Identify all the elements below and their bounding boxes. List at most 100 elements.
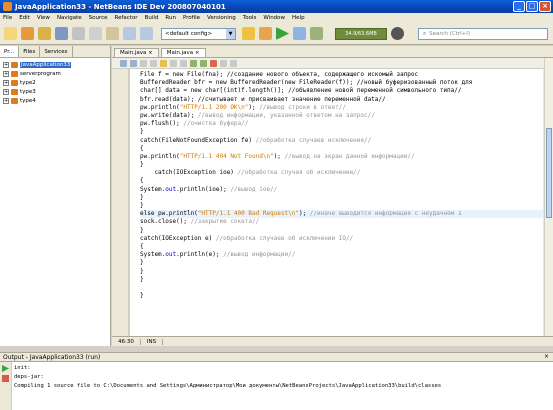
new-project-icon[interactable] [21, 27, 34, 40]
undo-icon[interactable] [123, 27, 136, 40]
copy-icon[interactable] [89, 27, 102, 40]
menu-bar: File Edit View Navigate Source Refactor … [0, 13, 553, 23]
menu-edit[interactable]: Edit [19, 15, 30, 21]
tree-item-serverprogram[interactable]: + serverprogram [0, 69, 110, 78]
close-button[interactable]: × [539, 1, 551, 12]
new-file-icon[interactable] [4, 27, 17, 40]
code-line[interactable]: { [140, 145, 543, 153]
previous-bookmark-icon[interactable] [170, 59, 177, 67]
code-line[interactable]: catch(IOException e) //обработка случаев… [140, 235, 543, 243]
menu-build[interactable]: Build [145, 15, 159, 21]
code-line[interactable]: catch(IOException ioe) //обработка случа… [140, 169, 543, 177]
maximize-button[interactable]: □ [526, 1, 538, 12]
code-line[interactable]: bfr.read(data); //считывает и присваивае… [140, 96, 543, 104]
redo-icon[interactable] [140, 27, 153, 40]
code-line[interactable]: pw.println("HTTP/1.1 200 OK\n"); //вывод… [140, 104, 543, 112]
code-line[interactable]: pw.println("HTTP/1.1 404 Not Found\n"); … [140, 153, 543, 161]
stop-macro-icon[interactable] [210, 59, 217, 67]
menu-profile[interactable]: Profile [183, 15, 200, 21]
menu-run[interactable]: Run [165, 15, 176, 21]
back-icon[interactable] [120, 59, 127, 67]
code-line[interactable]: else pw.println("HTTP/1.1 400 Bad Reques… [140, 210, 543, 219]
code-line[interactable]: } [140, 292, 543, 300]
code-line[interactable]: pw.flush(); //очистка буфера// [140, 120, 543, 128]
menu-window[interactable]: Window [263, 15, 285, 21]
menu-file[interactable]: File [3, 15, 12, 21]
code-line[interactable]: { [140, 243, 543, 251]
tree-item-type4[interactable]: + type4 [0, 96, 110, 105]
scrollbar-thumb[interactable] [546, 128, 552, 218]
tab-main-java-1[interactable]: Main.java × [114, 48, 159, 57]
debug-icon[interactable] [293, 27, 306, 40]
tab-projects[interactable]: Pr... [0, 46, 20, 57]
shift-left-icon[interactable] [190, 59, 197, 67]
search-input[interactable]: ⌕ Search (Ctrl+I) [418, 28, 548, 40]
tab-files[interactable]: Files [19, 46, 41, 57]
code-line[interactable]: System.out.println(e); //вывод информаци… [140, 251, 543, 259]
tree-item-javaapplication33[interactable]: + JavaApplication33 [0, 60, 110, 69]
code-line[interactable]: sock.close(); //закрытие сокета// [140, 218, 543, 226]
code-line[interactable]: } [140, 268, 543, 276]
save-all-icon[interactable] [55, 27, 68, 40]
code-line[interactable]: } [140, 276, 543, 284]
toggle-highlight-icon[interactable] [160, 59, 167, 67]
expand-icon[interactable]: + [3, 97, 9, 104]
menu-tools[interactable]: Tools [243, 15, 257, 21]
menu-view[interactable]: View [37, 15, 50, 21]
expand-icon[interactable]: + [3, 79, 9, 86]
code-line[interactable]: } [140, 202, 543, 210]
code-line[interactable] [140, 300, 543, 308]
comment-icon[interactable] [220, 59, 227, 67]
forward-icon[interactable] [130, 59, 137, 67]
expand-icon[interactable]: + [3, 88, 9, 95]
build-icon[interactable] [242, 27, 255, 40]
find-next-icon[interactable] [150, 59, 157, 67]
code-line[interactable]: catch(FileNotFoundException fe) //обрабо… [140, 137, 543, 145]
uncomment-icon[interactable] [230, 59, 237, 67]
close-icon[interactable]: × [544, 353, 549, 360]
expand-icon[interactable]: + [3, 61, 9, 68]
rerun-icon[interactable] [2, 365, 9, 372]
code-line[interactable]: pw.write(data); //вывод информации, указ… [140, 112, 543, 120]
code-editor[interactable]: File f = new File(fna); //создание новог… [130, 69, 543, 336]
code-line[interactable]: { [140, 177, 543, 185]
code-line[interactable]: char[] data = new char[(int)f.length()];… [140, 87, 543, 95]
gc-icon[interactable] [391, 27, 404, 40]
run-icon[interactable] [276, 27, 289, 40]
editor-scrollbar[interactable] [544, 58, 553, 336]
open-project-icon[interactable] [38, 27, 51, 40]
tab-main-java-2[interactable]: Main.java × [160, 48, 206, 57]
expand-icon[interactable]: + [3, 70, 9, 77]
menu-help[interactable]: Help [292, 15, 305, 21]
title-bar[interactable]: JavaApplication33 - NetBeans IDE Dev 200… [0, 0, 553, 13]
profile-icon[interactable] [310, 27, 323, 40]
line-gutter[interactable] [112, 69, 129, 336]
cut-icon[interactable] [72, 27, 85, 40]
menu-navigate[interactable]: Navigate [57, 15, 82, 21]
clean-build-icon[interactable] [259, 27, 272, 40]
output-panel-header: Output - JavaApplication33 (run) × [0, 352, 553, 362]
code-line[interactable]: File f = new File(fna); //создание новог… [140, 71, 543, 79]
code-line[interactable]: } [140, 259, 543, 267]
code-line[interactable]: System.out.println(ioe); //вывод ioe// [140, 186, 543, 194]
tree-item-type2[interactable]: + type2 [0, 78, 110, 87]
next-bookmark-icon[interactable] [180, 59, 187, 67]
memory-indicator[interactable]: 34.9/63.6MB [335, 27, 387, 40]
code-line[interactable]: } [140, 194, 543, 202]
code-line[interactable] [140, 284, 543, 292]
menu-refactor[interactable]: Refactor [115, 15, 138, 21]
code-line[interactable]: } [140, 128, 543, 136]
config-select[interactable]: <default config> ▼ [161, 27, 236, 40]
find-previous-icon[interactable] [140, 59, 147, 67]
menu-source[interactable]: Source [89, 15, 108, 21]
tree-item-type3[interactable]: + type3 [0, 87, 110, 96]
tab-services[interactable]: Services [40, 46, 73, 57]
menu-versioning[interactable]: Versioning [207, 15, 236, 21]
code-line[interactable]: } [140, 161, 543, 169]
stop-icon[interactable] [2, 375, 9, 382]
code-line[interactable]: } [140, 227, 543, 235]
minimize-button[interactable]: _ [513, 1, 525, 12]
paste-icon[interactable] [106, 27, 119, 40]
code-line[interactable]: BufferedReader bfr = new BufferedReader(… [140, 79, 543, 87]
shift-right-icon[interactable] [200, 59, 207, 67]
